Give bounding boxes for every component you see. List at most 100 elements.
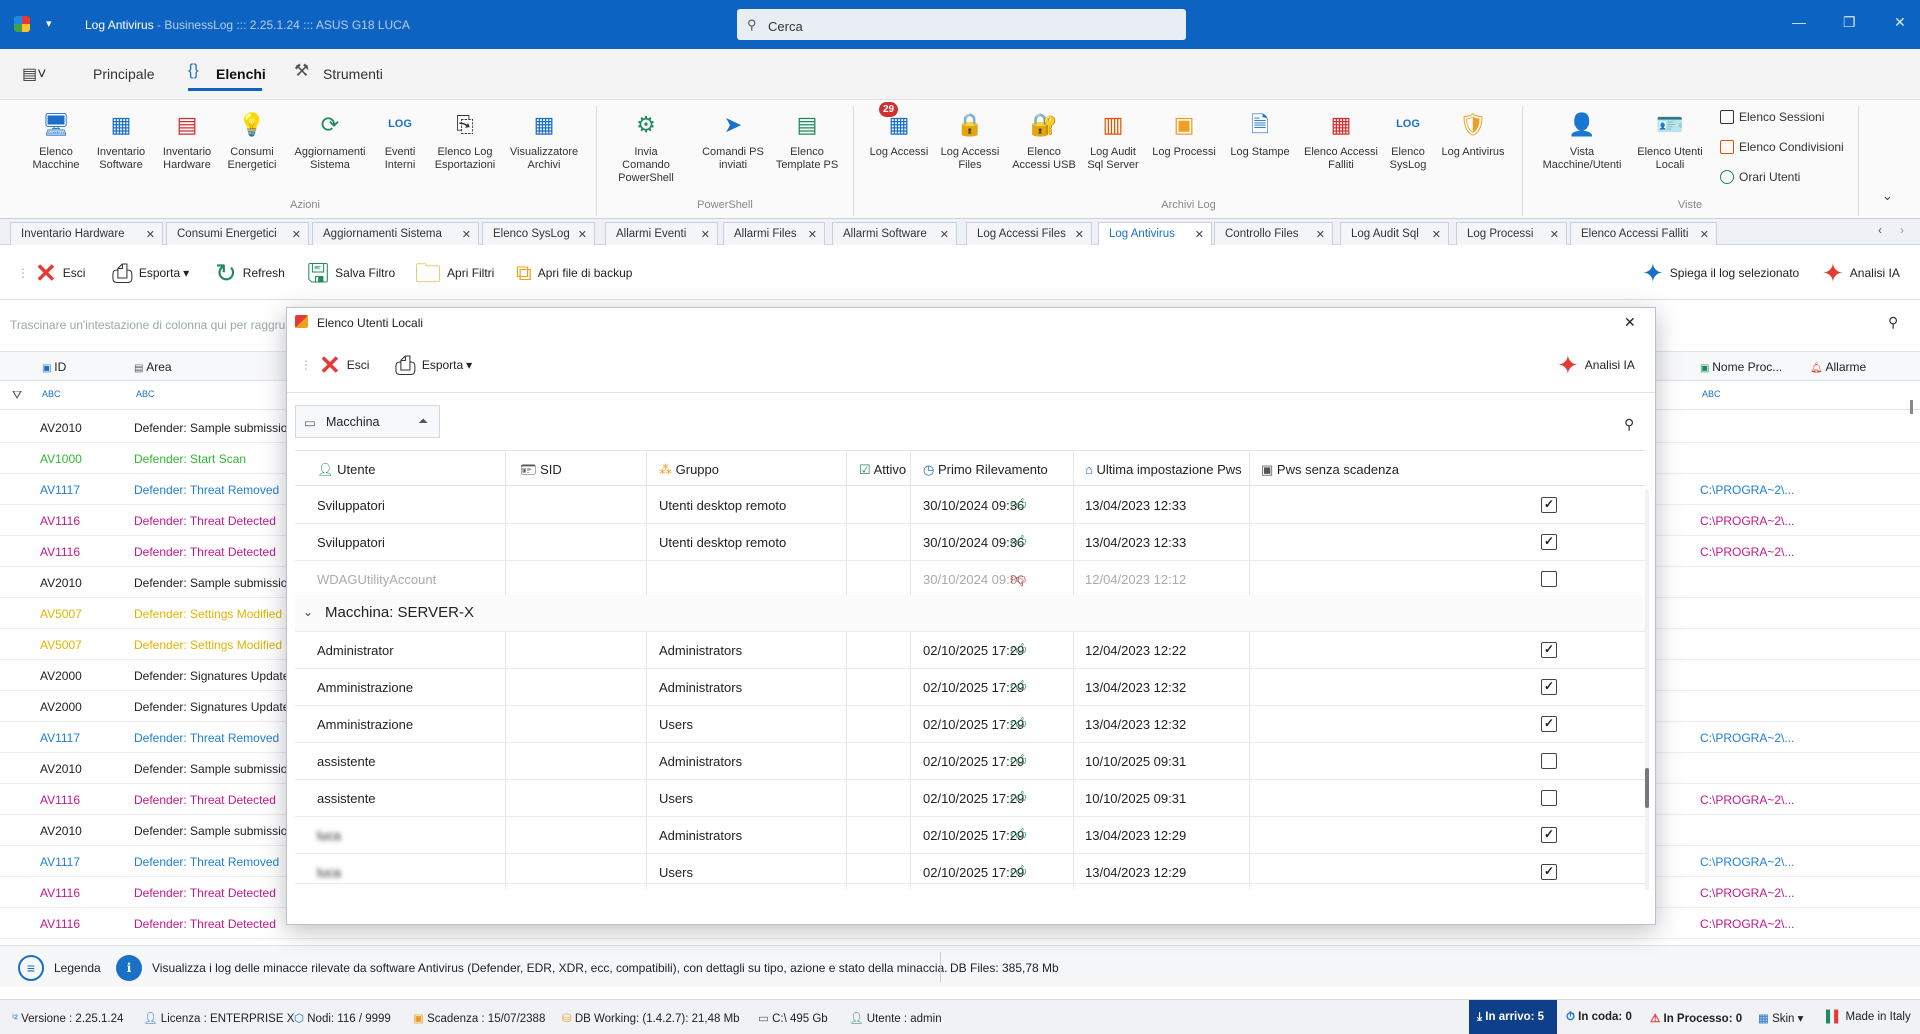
column-header-utente[interactable]: 👤︎ Utente (317, 462, 375, 478)
elenco-accessi-falliti-button[interactable]: ▦ Elenco Accessi Falliti (1301, 108, 1381, 172)
close-tab-icon[interactable]: ✕ (578, 228, 587, 241)
pws-checkbox[interactable]: ✓ (1541, 827, 1557, 843)
close-tab-icon[interactable]: ✕ (1432, 228, 1441, 241)
ribbon-collapse-icon[interactable]: ⌄ (1882, 188, 1893, 204)
table-row[interactable]: luca Administrators 02/10/2025 17:29 13/04/… (295, 817, 1645, 854)
close-tab-icon[interactable]: ✕ (146, 228, 155, 241)
tab-scroll-right-icon[interactable]: › (1900, 223, 1904, 237)
elenco-log-esportazioni-button[interactable]: ⎘ Elenco Log Esportazioni (429, 108, 501, 172)
close-tab-icon[interactable]: ✕ (1700, 228, 1709, 241)
doc-tab[interactable]: Aggiornamenti Sistema ✕ (312, 222, 479, 245)
column-header-id[interactable]: ▣ ID (42, 360, 66, 374)
elenco-condivisioni-button[interactable]: Elenco Condivisioni (1720, 140, 1844, 154)
column-header-gruppo[interactable]: ⁂ Gruppo (659, 462, 719, 478)
doc-tab[interactable]: Controllo Files ✕ (1214, 222, 1333, 245)
consumi-energetici-button[interactable]: 💡 Consumi Energetici (216, 108, 288, 172)
table-row[interactable]: Amministrazione Administrators 02/10/2025 … (295, 669, 1645, 706)
column-header-pws[interactable]: ▣ Pws senza scadenza (1261, 462, 1399, 478)
apri-filtri-button[interactable]: 🗀 Apri Filtri (415, 260, 494, 286)
pws-checkbox[interactable]: ✓ (1541, 642, 1557, 658)
table-row[interactable]: Sviluppatori Utenti desktop remoto 30/10/2… (295, 487, 1645, 524)
group-by-chip-macchina[interactable]: ▭ Macchina ⏶ (295, 405, 440, 438)
pws-checkbox[interactable] (1541, 571, 1557, 587)
visualizzatore-archivi-button[interactable]: ▦ Visualizzatore Archivi (508, 108, 580, 172)
sort-ascending-icon[interactable]: ⏶ (418, 414, 428, 429)
tab-strumenti[interactable]: Strumenti (323, 66, 383, 82)
elenco-accessi-usb-button[interactable]: 🔐 Elenco Accessi USB (1008, 108, 1080, 172)
column-header-ultima[interactable]: ⌂ Ultima impostazione Pws (1085, 462, 1242, 477)
elenco-syslog-button[interactable]: LOG Elenco SysLog (1372, 108, 1444, 172)
doc-tab[interactable]: Allarmi Software ✕ (832, 222, 957, 245)
table-row[interactable]: Sviluppatori Utenti desktop remoto 30/10/2… (295, 524, 1645, 561)
pws-checkbox[interactable]: ✓ (1541, 497, 1557, 513)
dialog-esporta-button[interactable]: ⎙ Esporta ▾ (395, 352, 472, 378)
table-row[interactable]: assistente Users 02/10/2025 17:29 10/10/202… (295, 780, 1645, 817)
analisi-ia-button[interactable]: ✦ Analisi IA (1822, 260, 1900, 286)
doc-tab[interactable]: Log Audit Sql ✕ (1340, 222, 1449, 245)
close-tab-icon[interactable]: ✕ (462, 228, 471, 241)
doc-tab[interactable]: Log Processi ✕ (1456, 222, 1567, 245)
grid-scrollbar[interactable] (1910, 400, 1913, 414)
column-header-allarme[interactable]: 🔔︎ Allarme (1810, 360, 1866, 374)
esci-button[interactable]: ✕ Esci (35, 260, 85, 286)
group-row-server-x[interactable]: ⌄ Macchina: SERVER-X (295, 595, 1645, 632)
close-tab-icon[interactable]: ✕ (1316, 228, 1325, 241)
inventario-hardware-button[interactable]: ▤ Inventario Hardware (151, 108, 223, 172)
close-tab-icon[interactable]: ✕ (1550, 228, 1559, 241)
in-arrivo-badge[interactable]: ⤓ In arrivo: 5 (1469, 1000, 1557, 1034)
close-tab-icon[interactable]: ✕ (292, 228, 301, 241)
table-row[interactable]: Administrator Administrators 02/10/2025 17… (295, 632, 1645, 669)
doc-tab[interactable]: Elenco Accessi Falliti ✕ (1570, 222, 1717, 245)
log-accessi-button[interactable]: ▦ 29 Log Accessi (863, 102, 935, 159)
dialog-analisi-ia-button[interactable]: ✦ Analisi IA (1557, 352, 1635, 378)
maximize-button[interactable]: ❐ (1843, 14, 1856, 31)
doc-tab-active[interactable]: Log Antivirus ✕ (1098, 222, 1212, 245)
minimize-button[interactable]: — (1792, 14, 1806, 30)
pws-checkbox[interactable] (1541, 753, 1557, 769)
orari-utenti-button[interactable]: Orari Utenti (1720, 170, 1800, 184)
table-row[interactable]: luca Users 02/10/2025 17:29 13/04/2023 12:2… (295, 854, 1645, 884)
esporta-button[interactable]: ⎙ Esporta ▾ (112, 260, 189, 286)
aggiornamenti-sistema-button[interactable]: ⟳ Aggiornamenti Sistema (294, 108, 366, 172)
close-window-button[interactable]: ✕ (1894, 14, 1906, 31)
tab-elenchi[interactable]: Elenchi (216, 66, 266, 82)
legenda-button[interactable]: Legenda (54, 961, 101, 975)
close-tab-icon[interactable]: ✕ (940, 228, 949, 241)
pws-checkbox[interactable]: ✓ (1541, 716, 1557, 732)
legenda-icon[interactable]: ≡ (18, 955, 44, 981)
inventario-software-button[interactable]: ▦ Inventario Software (85, 108, 157, 172)
pws-checkbox[interactable]: ✓ (1541, 534, 1557, 550)
close-tab-icon[interactable]: ✕ (1075, 228, 1084, 241)
doc-tab[interactable]: Log Accessi Files ✕ (966, 222, 1092, 245)
refresh-button[interactable]: ↻ Refresh (215, 260, 285, 286)
column-header-area[interactable]: ▤ Area (134, 360, 172, 374)
filter-abc-icon[interactable]: ABC (136, 389, 155, 399)
pws-checkbox[interactable]: ✓ (1541, 679, 1557, 695)
pws-checkbox[interactable] (1541, 790, 1557, 806)
elenco-utenti-locali-button[interactable]: 🪪 Elenco Utenti Locali (1630, 108, 1710, 172)
quick-access-dropdown-icon[interactable]: ▾ (46, 17, 52, 30)
dialog-esci-button[interactable]: ✕ Esci (319, 352, 369, 378)
tab-scroll-left-icon[interactable]: ‹ (1878, 223, 1882, 237)
salva-filtro-button[interactable]: 🖫 Salva Filtro (307, 260, 395, 286)
dialog-search-icon[interactable]: ⚲ (1624, 416, 1634, 433)
eventi-interni-button[interactable]: LOG Eventi Interni (364, 108, 436, 172)
filter-abc-icon[interactable]: ABC (1702, 389, 1721, 399)
dialog-scrollbar-track[interactable] (1645, 490, 1649, 890)
log-stampe-button[interactable]: 🗎 Log Stampe (1224, 108, 1296, 159)
log-antivirus-button[interactable]: 🛡 Log Antivirus (1437, 108, 1509, 159)
close-tab-icon[interactable]: ✕ (701, 228, 710, 241)
log-audit-sql-button[interactable]: ▥ Log Audit Sql Server (1077, 108, 1149, 172)
close-tab-icon[interactable]: ✕ (808, 228, 817, 241)
dialog-scrollbar-thumb[interactable] (1645, 768, 1649, 808)
doc-tab[interactable]: Consumi Energetici ✕ (166, 222, 309, 245)
log-accessi-files-button[interactable]: 🔒 Log Accessi Files (934, 108, 1006, 172)
vista-macchine-utenti-button[interactable]: 👤 Vista Macchine/Utenti (1538, 108, 1626, 172)
elenco-sessioni-button[interactable]: Elenco Sessioni (1720, 110, 1824, 124)
column-header-attivo[interactable]: ☑ Attivo (859, 462, 906, 478)
doc-tab[interactable]: Allarmi Eventi ✕ (605, 222, 718, 245)
grid-search-icon[interactable]: ⚲ (1888, 314, 1898, 331)
column-header-sid[interactable]: 🪪︎ SID (520, 462, 562, 478)
dialog-close-button[interactable]: ✕ (1624, 314, 1636, 331)
spiega-log-button[interactable]: ✦ Spiega il log selezionato (1642, 260, 1799, 286)
